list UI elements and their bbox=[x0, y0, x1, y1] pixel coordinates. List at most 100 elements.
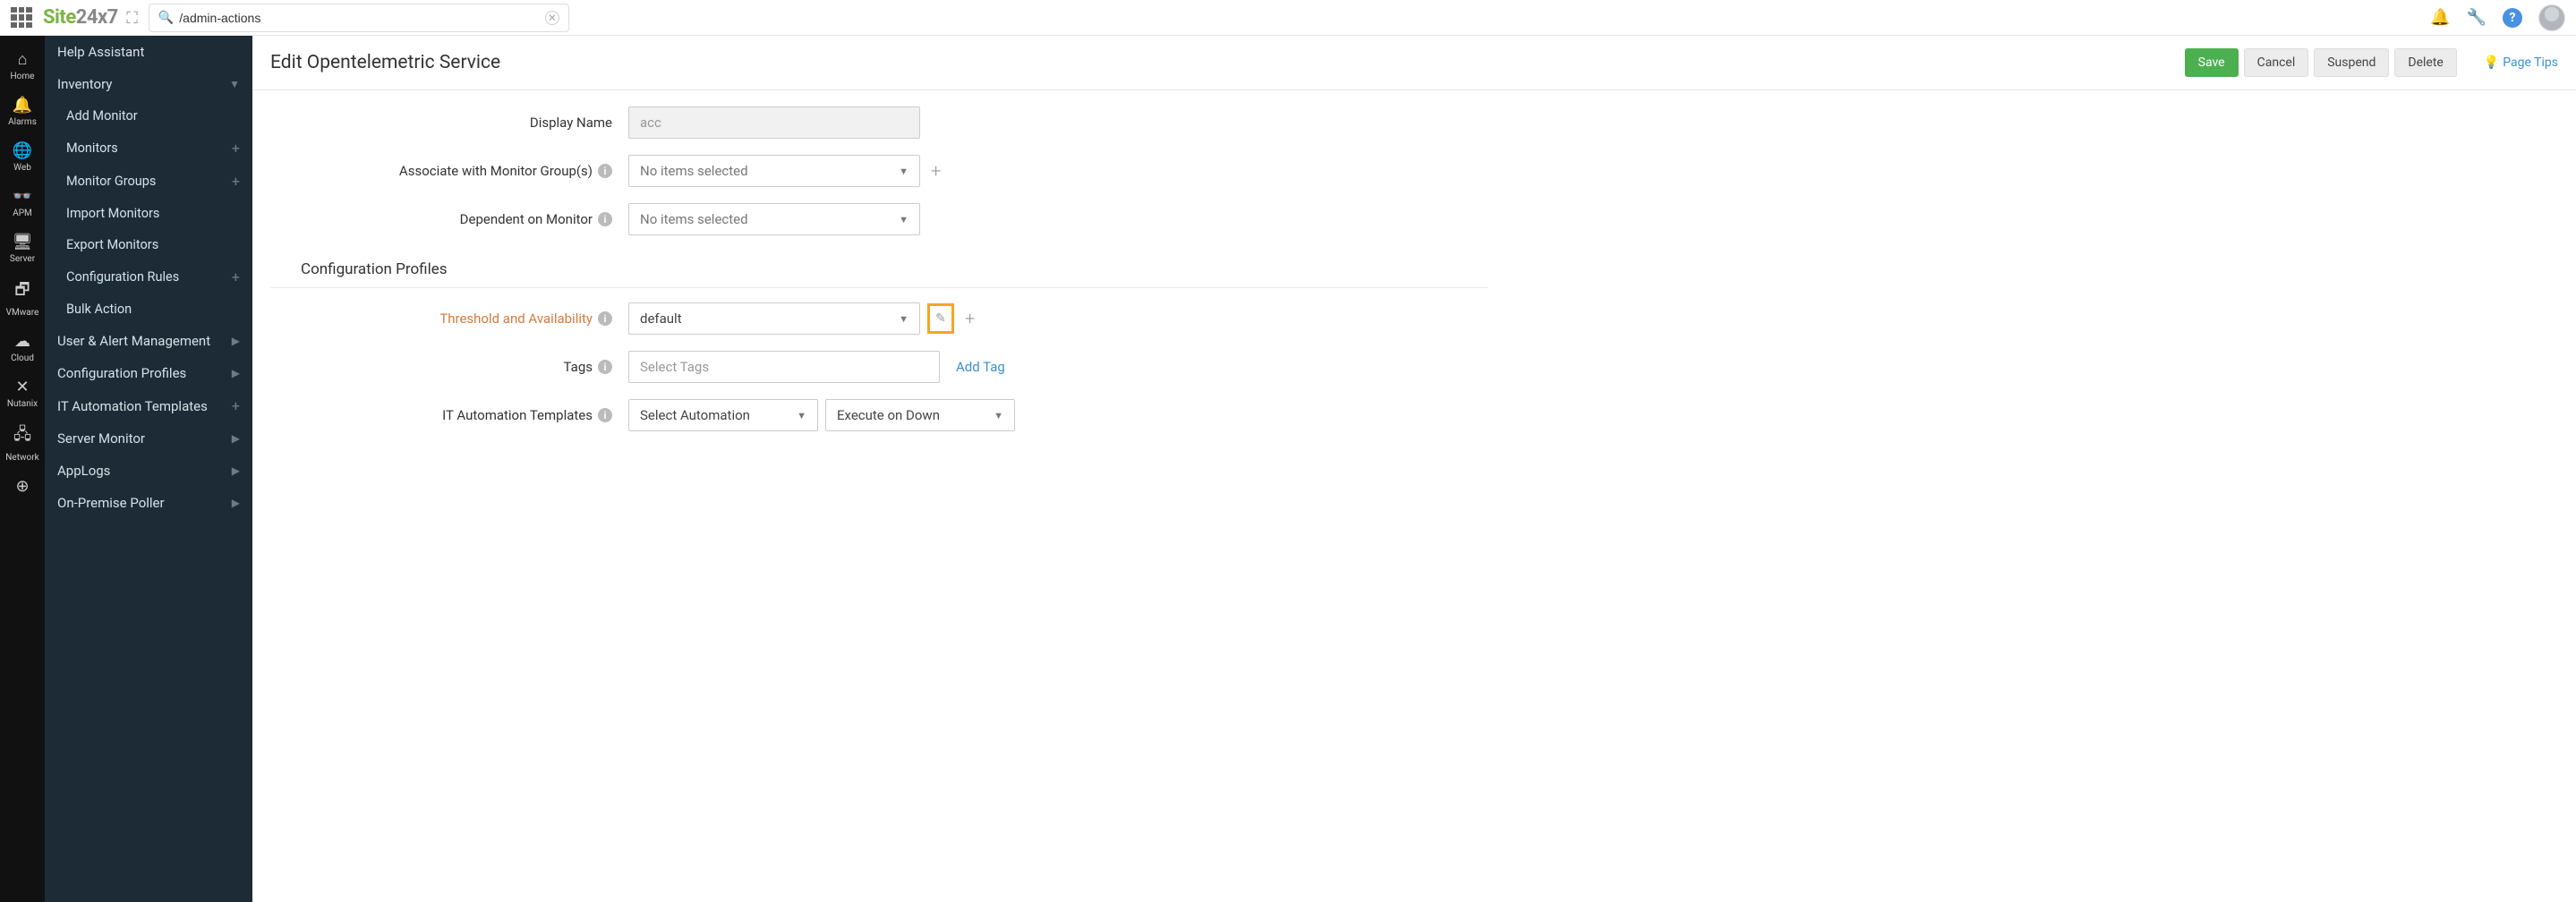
sidebar-on-premise-poller[interactable]: On-Premise Poller▶ bbox=[45, 487, 252, 519]
sidebar-applogs[interactable]: AppLogs▶ bbox=[45, 455, 252, 487]
chevron-down-icon: ▼ bbox=[229, 78, 240, 90]
rail-item-network[interactable]: 🖧Network bbox=[0, 416, 45, 470]
search-input[interactable] bbox=[179, 11, 545, 25]
globe-icon: 🌐 bbox=[13, 141, 32, 160]
chevron-right-icon: ▶ bbox=[232, 335, 240, 347]
plus-icon[interactable]: + bbox=[232, 140, 240, 157]
rail-item-alarms[interactable]: 🔔Alarms bbox=[0, 89, 45, 134]
rail-item-more[interactable]: ⊕ bbox=[0, 470, 45, 506]
sidebar-user-alert-mgmt[interactable]: User & Alert Management▶ bbox=[45, 325, 252, 357]
pencil-icon: ✎ bbox=[935, 311, 946, 326]
sidebar-configuration-rules[interactable]: Configuration Rules+ bbox=[45, 260, 252, 294]
sidebar-it-automation[interactable]: IT Automation Templates+ bbox=[45, 389, 252, 422]
edit-threshold-button[interactable]: ✎ bbox=[927, 303, 954, 334]
plus-icon[interactable]: + bbox=[232, 397, 240, 414]
save-button[interactable]: Save bbox=[2185, 48, 2239, 77]
sidebar-bulk-action[interactable]: Bulk Action bbox=[45, 294, 252, 325]
chevron-right-icon: ▶ bbox=[232, 497, 240, 509]
chevron-down-icon: ▼ bbox=[994, 410, 1003, 421]
clear-search-icon[interactable]: ✕ bbox=[545, 11, 559, 25]
page-tips-link[interactable]: 💡 Page Tips bbox=[2484, 55, 2558, 70]
rail-item-label: VMware bbox=[6, 308, 39, 318]
sidebar-add-monitor[interactable]: Add Monitor bbox=[45, 100, 252, 132]
add-threshold-button[interactable]: + bbox=[961, 308, 978, 329]
sidebar-help-assistant[interactable]: Help Assistant bbox=[45, 36, 252, 68]
rail-item-label: APM bbox=[13, 208, 32, 218]
sidebar-import-monitors[interactable]: Import Monitors bbox=[45, 198, 252, 229]
vmware-icon: 🗗 bbox=[15, 278, 30, 305]
sidebar-monitor-groups[interactable]: Monitor Groups+ bbox=[45, 165, 252, 198]
it-auto-label: IT Automation Templates i bbox=[270, 407, 628, 423]
display-name-label: Display Name bbox=[270, 115, 628, 131]
sidebar-server-monitor[interactable]: Server Monitor▶ bbox=[45, 422, 252, 455]
chevron-right-icon: ▶ bbox=[232, 367, 240, 379]
cancel-button[interactable]: Cancel bbox=[2244, 48, 2309, 77]
chevron-down-icon: ▼ bbox=[899, 166, 908, 177]
nav-rail: ⌂ Home 🔔Alarms 🌐 Web 👓 APM 🖥 Server 🗗 VMware ☁ Cloud… bbox=[0, 36, 45, 902]
rail-item-apm[interactable]: 👓 APM bbox=[0, 180, 45, 226]
chevron-down-icon: ▼ bbox=[797, 410, 806, 421]
sidebar-export-monitors[interactable]: Export Monitors bbox=[45, 229, 252, 260]
user-avatar[interactable] bbox=[2538, 4, 2565, 31]
dependent-label: Dependent on Monitor i bbox=[270, 211, 628, 227]
info-icon[interactable]: i bbox=[598, 212, 612, 226]
sidebar-monitors[interactable]: Monitors+ bbox=[45, 132, 252, 165]
sidebar: Help Assistant Inventory▼ Add Monitor Mo… bbox=[45, 36, 252, 902]
section-config-profiles: Configuration Profiles bbox=[270, 251, 1488, 288]
info-icon[interactable]: i bbox=[598, 311, 612, 326]
rail-item-label: Server bbox=[10, 254, 35, 264]
execute-on-select[interactable]: Execute on Down ▼ bbox=[825, 399, 1015, 431]
sidebar-config-profiles[interactable]: Configuration Profiles▶ bbox=[45, 357, 252, 389]
apm-icon: 👓 bbox=[13, 187, 32, 206]
rail-item-server[interactable]: 🖥 Server bbox=[0, 226, 45, 271]
add-group-button[interactable]: + bbox=[927, 160, 944, 182]
rail-item-label: Cloud bbox=[11, 353, 34, 363]
dependent-select[interactable]: No items selected ▼ bbox=[628, 203, 920, 235]
rail-item-vmware[interactable]: 🗗 VMware bbox=[0, 271, 45, 325]
cloud-icon: ☁ bbox=[14, 332, 30, 351]
rail-item-label: Home bbox=[11, 72, 35, 81]
plus-icon[interactable]: + bbox=[232, 173, 240, 190]
suspend-button[interactable]: Suspend bbox=[2314, 48, 2389, 77]
chevron-down-icon: ▼ bbox=[899, 214, 908, 226]
rail-item-label: Nutanix bbox=[7, 399, 38, 409]
assoc-groups-select[interactable]: No items selected ▼ bbox=[628, 155, 920, 187]
expand-icon[interactable]: ⛶ bbox=[126, 9, 138, 28]
rail-item-home[interactable]: ⌂ Home bbox=[0, 43, 45, 89]
tags-label: Tags i bbox=[270, 359, 628, 375]
chevron-right-icon: ▶ bbox=[232, 464, 240, 477]
rail-item-nutanix[interactable]: ✕ Nutanix bbox=[0, 370, 45, 416]
home-icon: ⌂ bbox=[18, 50, 28, 69]
plus-icon[interactable]: + bbox=[232, 268, 240, 285]
add-tag-link[interactable]: Add Tag bbox=[956, 359, 1005, 375]
sidebar-inventory[interactable]: Inventory▼ bbox=[45, 68, 252, 100]
rail-item-label: Network bbox=[5, 453, 38, 463]
automation-select[interactable]: Select Automation ▼ bbox=[628, 399, 818, 431]
app-grid-icon[interactable] bbox=[11, 7, 32, 29]
rail-item-label: Web bbox=[13, 163, 31, 173]
brand-logo[interactable]: Site24x7 ⛶ bbox=[43, 6, 138, 29]
threshold-label[interactable]: Threshold and Availability i bbox=[270, 311, 628, 327]
info-icon[interactable]: i bbox=[598, 164, 612, 178]
wrench-icon[interactable]: 🔧 bbox=[2467, 8, 2486, 27]
info-icon[interactable]: i bbox=[598, 360, 612, 374]
page-title: Edit Opentelemetric Service bbox=[270, 52, 500, 73]
assoc-groups-label: Associate with Monitor Group(s) i bbox=[270, 163, 628, 179]
chevron-down-icon: ▼ bbox=[899, 313, 908, 325]
notification-bell-icon[interactable]: 🔔 bbox=[2430, 8, 2450, 27]
lightbulb-icon: 💡 bbox=[2484, 55, 2499, 70]
delete-button[interactable]: Delete bbox=[2394, 48, 2456, 77]
more-icon: ⊕ bbox=[15, 477, 29, 496]
rail-item-web[interactable]: 🌐 Web bbox=[0, 134, 45, 180]
rail-item-cloud[interactable]: ☁ Cloud bbox=[0, 325, 45, 370]
nutanix-icon: ✕ bbox=[15, 378, 29, 396]
help-icon[interactable]: ? bbox=[2503, 8, 2522, 28]
server-icon: 🖥 bbox=[13, 233, 33, 251]
info-icon[interactable]: i bbox=[598, 408, 612, 422]
content-area: Edit Opentelemetric Service Save Cancel … bbox=[252, 36, 2576, 902]
chevron-right-icon: ▶ bbox=[232, 432, 240, 445]
search-box[interactable]: 🔍 ✕ bbox=[149, 4, 569, 32]
rail-item-label: Alarms bbox=[8, 117, 37, 127]
tags-input[interactable]: Select Tags bbox=[628, 351, 940, 383]
threshold-select[interactable]: default ▼ bbox=[628, 302, 920, 335]
